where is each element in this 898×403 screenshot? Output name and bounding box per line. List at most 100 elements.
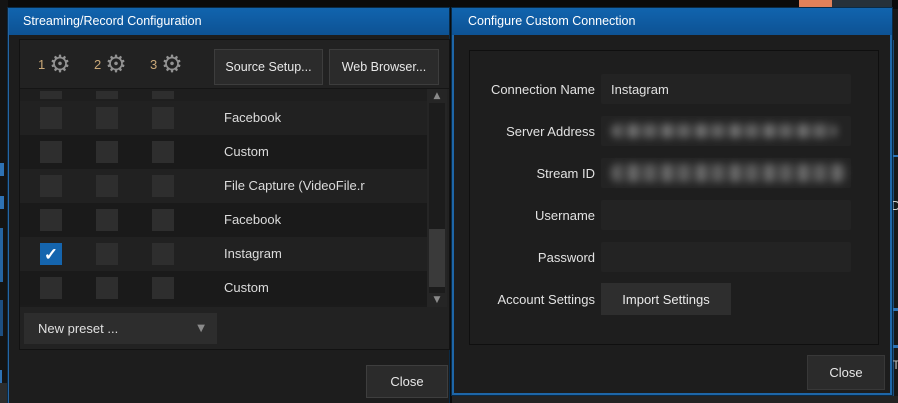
stream-number-label: 3 xyxy=(150,57,157,72)
web-browser-label: Web Browser... xyxy=(342,60,427,74)
destination-label: Facebook xyxy=(224,101,281,135)
stream-number-label: 2 xyxy=(94,57,101,72)
background-blue-mark xyxy=(0,370,2,384)
background-blue-mark xyxy=(0,163,4,176)
redacted-value xyxy=(611,124,837,138)
background-blue-line xyxy=(892,40,894,396)
import-settings-button[interactable]: Import Settings xyxy=(601,283,731,315)
checkbox-stream3[interactable] xyxy=(152,107,174,129)
connection-name-label: Connection Name xyxy=(470,82,595,97)
checkbox-stream1[interactable] xyxy=(40,141,62,163)
configure-custom-connection-window: Configure Custom Connection Connection N… xyxy=(452,8,892,395)
background-grey-strip xyxy=(452,396,898,403)
background-blue-mark xyxy=(892,345,898,348)
background-blue-mark xyxy=(892,155,898,157)
scroll-down-icon[interactable]: ▼ xyxy=(427,295,447,305)
list-item[interactable]: Custom xyxy=(20,271,432,305)
close-button[interactable]: Close xyxy=(366,365,448,398)
background-grey-block xyxy=(0,383,8,403)
checkbox-stream1[interactable] xyxy=(40,209,62,231)
checkbox-stream3[interactable] xyxy=(152,175,174,197)
background-blue-line xyxy=(0,228,3,282)
connection-name-input[interactable]: Instagram xyxy=(601,74,851,104)
import-settings-label: Import Settings xyxy=(622,292,709,307)
checkbox-stream3[interactable] xyxy=(152,209,174,231)
username-input[interactable] xyxy=(601,200,851,230)
form-row: Stream ID xyxy=(470,158,878,188)
redacted-value xyxy=(611,164,847,182)
checkbox-stream2[interactable] xyxy=(96,243,118,265)
stream-1-settings[interactable]: 1 ⚙ xyxy=(38,40,71,88)
preset-toolbar: 1 ⚙ 2 ⚙ 3 ⚙ Source Setup... Web Browser.… xyxy=(20,40,449,89)
checkbox[interactable] xyxy=(152,91,174,99)
list-item[interactable]: Facebook xyxy=(20,203,432,237)
stream-id-input[interactable] xyxy=(601,158,851,188)
close-label: Close xyxy=(390,374,423,389)
form-row: Password xyxy=(470,242,878,272)
destination-label: File Capture (VideoFile.r xyxy=(224,169,365,203)
destination-label: Custom xyxy=(224,271,269,305)
web-browser-button[interactable]: Web Browser... xyxy=(329,49,439,85)
source-setup-button[interactable]: Source Setup... xyxy=(214,49,323,85)
window-title: Streaming/Record Configuration xyxy=(23,14,202,28)
destination-list: Facebook Custom File Capture (VideoFile.… xyxy=(20,89,447,307)
new-preset-value: New preset ... xyxy=(38,321,118,336)
list-item[interactable]: Facebook xyxy=(20,101,432,135)
server-address-input[interactable] xyxy=(601,116,851,146)
clipped-list-row xyxy=(20,89,432,101)
checkbox-stream1[interactable] xyxy=(40,107,62,129)
checkbox-stream2[interactable] xyxy=(96,277,118,299)
window-title: Configure Custom Connection xyxy=(468,14,635,28)
checkbox-stream3[interactable] xyxy=(152,141,174,163)
background-blue-line xyxy=(0,300,3,336)
checkbox-stream3[interactable] xyxy=(152,277,174,299)
password-label: Password xyxy=(470,250,595,265)
checkbox-stream1[interactable] xyxy=(40,175,62,197)
checkbox-stream2[interactable] xyxy=(96,209,118,231)
checkbox[interactable] xyxy=(40,91,62,99)
stream-2-settings[interactable]: 2 ⚙ xyxy=(94,40,127,88)
list-item[interactable]: Custom xyxy=(20,135,432,169)
window-titlebar: Configure Custom Connection xyxy=(452,8,892,35)
gear-icon[interactable]: ⚙ xyxy=(161,52,183,76)
background-blue-mark xyxy=(892,308,898,311)
new-preset-dropdown[interactable]: New preset ... ▼ xyxy=(24,313,217,344)
password-input[interactable] xyxy=(601,242,851,272)
check-icon: ✓ xyxy=(44,246,58,263)
stream-number-label: 1 xyxy=(38,57,45,72)
connection-form-panel: Connection Name Instagram Server Address… xyxy=(469,50,879,345)
form-row: Connection Name Instagram xyxy=(470,74,878,104)
server-address-label: Server Address xyxy=(470,124,595,139)
chevron-down-icon: ▼ xyxy=(197,323,205,334)
scroll-up-icon[interactable]: ▲ xyxy=(427,91,447,101)
destination-label: Instagram xyxy=(224,237,282,271)
connection-name-value: Instagram xyxy=(611,82,669,97)
checkbox-stream2[interactable] xyxy=(96,175,118,197)
checkbox-stream2[interactable] xyxy=(96,107,118,129)
gear-icon[interactable]: ⚙ xyxy=(105,52,127,76)
destination-label: Custom xyxy=(224,135,269,169)
window-titlebar: Streaming/Record Configuration xyxy=(9,8,449,35)
background-blue-mark xyxy=(0,196,4,209)
checkbox-stream3[interactable] xyxy=(152,243,174,265)
source-setup-label: Source Setup... xyxy=(225,60,311,74)
stream-3-settings[interactable]: 3 ⚙ xyxy=(150,40,183,88)
screen: D .T Streaming/Record Configuration 1 ⚙ … xyxy=(0,0,898,403)
stream-id-label: Stream ID xyxy=(470,166,595,181)
list-scrollbar[interactable]: ▲ ▼ xyxy=(427,89,447,307)
checkbox[interactable] xyxy=(96,91,118,99)
close-button[interactable]: Close xyxy=(807,355,885,390)
background-clipped-text: D xyxy=(891,198,898,213)
form-row: Username xyxy=(470,200,878,230)
form-row: Server Address xyxy=(470,116,878,146)
checkbox-stream1[interactable] xyxy=(40,277,62,299)
list-item[interactable]: File Capture (VideoFile.r xyxy=(20,169,432,203)
list-item-instagram[interactable]: ✓ Instagram xyxy=(20,237,432,271)
checkbox-stream1-checked[interactable]: ✓ xyxy=(40,243,62,265)
account-settings-label: Account Settings xyxy=(470,292,595,307)
streaming-record-configuration-window: Streaming/Record Configuration 1 ⚙ 2 ⚙ 3… xyxy=(8,8,449,403)
gear-icon[interactable]: ⚙ xyxy=(49,52,71,76)
checkbox-stream2[interactable] xyxy=(96,141,118,163)
username-label: Username xyxy=(470,208,595,223)
scrollbar-thumb[interactable] xyxy=(429,229,445,287)
